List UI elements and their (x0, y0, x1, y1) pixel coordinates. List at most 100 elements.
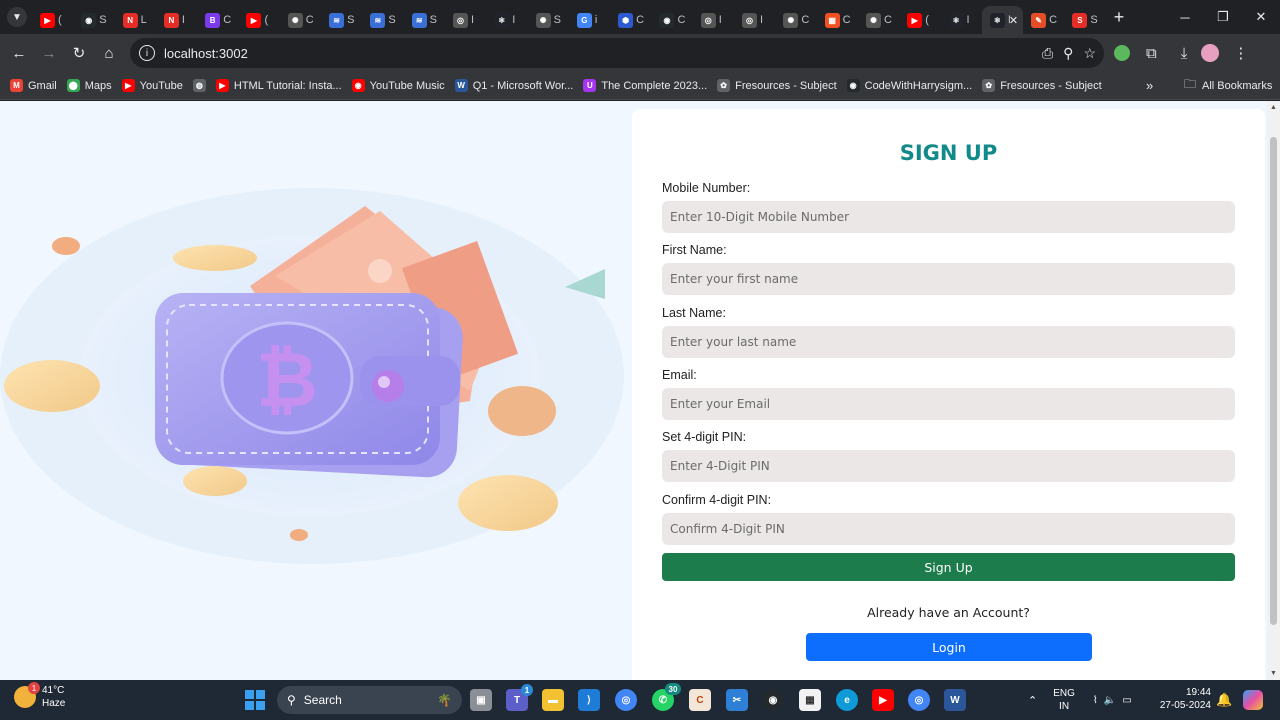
browser-tab[interactable]: ⚛ I (486, 6, 527, 34)
profile-avatar[interactable] (1201, 44, 1220, 62)
url-text[interactable]: localhost:3002 (164, 46, 248, 61)
browser-tab[interactable]: ◎ I (445, 6, 486, 34)
zoom-icon[interactable]: ⚲ (1063, 45, 1073, 62)
browser-tab[interactable]: ✺ C (775, 6, 816, 34)
vscode-icon[interactable]: ⟩ (578, 689, 600, 711)
bookmark-star-icon[interactable]: ☆ (1083, 45, 1096, 62)
browser-tab[interactable]: Gi (569, 6, 610, 34)
search-icon: ⚲ (287, 693, 296, 707)
browser-tab[interactable]: ✺ C (280, 6, 321, 34)
browser-tab[interactable]: ◎ I (693, 6, 734, 34)
github-desktop-icon[interactable]: ◉ (762, 689, 784, 711)
bookmark-item[interactable]: ◉ YouTube Music (351, 79, 445, 92)
teams-icon[interactable]: T1 (506, 684, 533, 711)
bookmark-item[interactable]: ◍ (192, 79, 206, 92)
battery-icon[interactable]: ▭ (1122, 695, 1131, 706)
browser-tab[interactable]: ▶( (899, 6, 940, 34)
wifi-icon[interactable]: ⌇ (1093, 695, 1098, 706)
whatsapp-icon[interactable]: ✆ 30 (652, 683, 681, 711)
browser-tab[interactable]: ✺ C (858, 6, 899, 34)
forward-button[interactable]: → (34, 38, 64, 68)
weather-widget[interactable]: 1 41°C Haze (14, 682, 65, 710)
page-scrollbar[interactable]: ▲ ▼ (1267, 101, 1280, 680)
more-bookmarks-button[interactable]: » (1146, 78, 1153, 93)
scroll-down-arrow-icon[interactable]: ▼ (1270, 670, 1277, 677)
close-tab-icon[interactable]: ✕ (1009, 14, 1018, 27)
ms-store-icon[interactable]: ▦ (799, 689, 821, 711)
copilot-icon[interactable] (1243, 690, 1263, 710)
minimize-button[interactable]: ─ (1166, 0, 1204, 34)
word-icon[interactable]: W (944, 689, 966, 711)
chevron-up-icon[interactable]: ⌃ (1028, 694, 1037, 707)
scroll-up-arrow-icon[interactable]: ▲ (1270, 104, 1277, 111)
form-input[interactable] (662, 450, 1235, 483)
volume-icon[interactable]: 🔈 (1104, 695, 1116, 706)
signup-button[interactable]: Sign Up (662, 553, 1235, 581)
bookmark-item[interactable]: ▶ HTML Tutorial: Insta... (215, 79, 342, 92)
login-button[interactable]: Login (806, 633, 1092, 661)
taskbar-search[interactable]: ⚲ Search 🌴 (277, 686, 462, 714)
close-window-button[interactable]: ✕ (1242, 0, 1280, 34)
form-input[interactable] (662, 325, 1235, 358)
bookmark-item[interactable]: ◉ CodeWithHarrysigm... (846, 79, 972, 92)
maximize-button[interactable]: ❐ (1204, 0, 1242, 34)
home-button[interactable]: ⌂ (94, 38, 124, 68)
site-info-icon[interactable]: i (139, 45, 155, 61)
form-input[interactable] (662, 387, 1235, 420)
bookmark-item[interactable]: ✿ Fresources - Subject (982, 79, 1102, 92)
tab-search-button[interactable]: ▼ (7, 7, 27, 27)
bookmark-item[interactable]: ▶ YouTube (121, 79, 183, 92)
task-view-icon[interactable]: ▣ (470, 689, 492, 711)
menu-kebab-icon[interactable]: ⋮ (1233, 44, 1248, 62)
bookmark-item[interactable]: ⬤ Maps (66, 79, 112, 92)
snipping-tool-icon[interactable]: ✂ (726, 689, 748, 711)
bookmark-item[interactable]: ✿ Fresources - Subject (717, 79, 837, 92)
edge-icon[interactable]: e (836, 689, 858, 711)
downloads-icon[interactable]: ⤓ (1181, 45, 1188, 62)
extension-green-icon[interactable] (1114, 45, 1130, 61)
start-button[interactable] (245, 690, 265, 710)
notification-bell-icon[interactable]: 🔔 (1216, 692, 1232, 708)
youtube-app-icon[interactable]: ▶ (872, 689, 894, 711)
home-icon: ⌂ (104, 44, 114, 62)
clock[interactable]: 19:44 27-05-2024 (1156, 686, 1211, 712)
language-indicator[interactable]: ENG IN (1053, 687, 1075, 713)
address-bar[interactable]: i localhost:3002 ⎙ ⚲ ☆ (130, 38, 1104, 68)
browser-tab[interactable]: ⚛ I (941, 6, 982, 34)
bookmark-item[interactable]: M Gmail (10, 79, 57, 92)
browser-tab[interactable]: BC (197, 6, 238, 34)
browser-tab[interactable]: ✺ S (528, 6, 569, 34)
form-input[interactable] (662, 201, 1235, 233)
extensions-puzzle-icon[interactable]: ⧉ (1146, 45, 1157, 62)
scrollbar-thumb[interactable] (1270, 137, 1277, 625)
browser-tab[interactable]: ✎ C (1023, 6, 1064, 34)
browser-tab[interactable]: ◎ I (734, 6, 775, 34)
form-input[interactable] (662, 512, 1235, 545)
browser-tab[interactable]: ◉ C (651, 6, 692, 34)
form-input[interactable] (662, 263, 1235, 296)
all-bookmarks-button[interactable]: 🗀 All Bookmarks (1184, 75, 1272, 96)
browser-tab[interactable]: ▶( (238, 6, 279, 34)
file-explorer-icon[interactable]: ▬ (542, 689, 564, 711)
browser-tab[interactable]: ≋ S (321, 6, 362, 34)
field-label: Confirm 4-digit PIN: (662, 492, 772, 507)
chrome-icon[interactable]: ◎ (615, 689, 637, 711)
browser-tab[interactable]: ▦ C (817, 6, 858, 34)
browser-tab[interactable]: ≋ S (404, 6, 445, 34)
browser-tab[interactable]: NI (156, 6, 197, 34)
chrome-app-icon[interactable]: ◎ (908, 689, 930, 711)
bookmark-item[interactable]: U The Complete 2023... (583, 79, 707, 92)
browser-tab[interactable]: ⚛ I ✕ (981, 6, 1024, 34)
browser-tab[interactable]: ≋ S (362, 6, 403, 34)
browser-tab[interactable]: ⬢ C (610, 6, 651, 34)
install-app-icon[interactable]: ⎙ (1042, 45, 1053, 62)
bookmark-item[interactable]: W Q1 - Microsoft Wor... (454, 79, 573, 92)
reload-button[interactable]: ↻ (64, 38, 94, 68)
new-tab-button[interactable]: + (1114, 7, 1125, 28)
browser-tab[interactable]: ◉ S (73, 6, 114, 34)
browser-tab[interactable]: ▶( (32, 6, 73, 34)
browser-tab[interactable]: NL (115, 6, 156, 34)
app-c-icon[interactable]: C (689, 689, 711, 711)
browser-tab[interactable]: SS (1064, 6, 1105, 34)
back-button[interactable]: ← (4, 38, 34, 68)
